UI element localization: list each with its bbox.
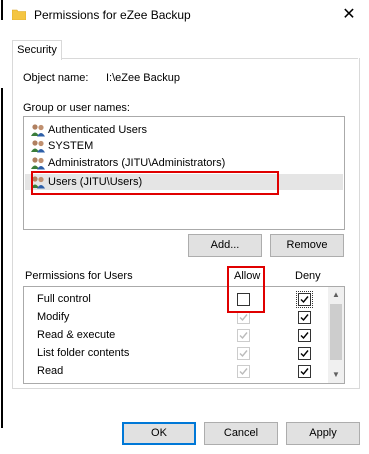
window-border — [1, 0, 3, 20]
list-item-system[interactable]: SYSTEM — [30, 138, 93, 154]
window-title: Permissions for eZee Backup — [34, 8, 191, 22]
permissions-table: Full control Modify Read & execute List … — [23, 286, 345, 384]
users-icon — [31, 124, 45, 137]
ok-button[interactable]: OK — [122, 422, 196, 445]
scroll-thumb[interactable] — [330, 304, 342, 360]
list-item-administrators[interactable]: Administrators (JITU\Administrators) — [30, 155, 225, 171]
perm-row-read: Read — [37, 365, 64, 377]
scroll-down-icon[interactable]: ▼ — [328, 367, 344, 383]
users-icon — [31, 140, 45, 153]
allow-checkbox-read-execute[interactable] — [237, 329, 250, 342]
object-name-label: Object name: — [23, 72, 89, 84]
cancel-button[interactable]: Cancel — [204, 422, 278, 445]
close-button[interactable]: ✕ — [338, 4, 360, 26]
add-button[interactable]: Add... — [188, 234, 262, 257]
list-item-authenticated-users[interactable]: Authenticated Users — [30, 122, 147, 138]
window-border — [1, 88, 3, 428]
perm-row-full-control: Full control — [37, 293, 91, 305]
list-item-label: Authenticated Users — [48, 124, 148, 136]
tabstrip-divider — [12, 58, 358, 59]
highlight-box-users — [31, 171, 279, 195]
group-names-label: Group or user names: — [23, 102, 130, 114]
highlight-box-allow — [227, 266, 265, 313]
scroll-up-icon[interactable]: ▲ — [328, 287, 344, 303]
deny-column-label: Deny — [295, 270, 321, 282]
permissions-scrollbar[interactable]: ▲ ▼ — [328, 287, 344, 383]
tab-security[interactable]: Security — [12, 40, 62, 60]
perm-row-list-folder-contents: List folder contents — [37, 347, 130, 359]
allow-checkbox-list-folder-contents[interactable] — [237, 347, 250, 360]
list-item-label: SYSTEM — [48, 140, 94, 152]
folder-icon — [12, 9, 26, 20]
users-icon — [31, 157, 45, 170]
list-item-label: Administrators (JITU\Administrators) — [48, 157, 226, 169]
deny-checkbox-modify[interactable] — [298, 311, 311, 324]
perm-row-modify: Modify — [37, 311, 70, 323]
allow-checkbox-read[interactable] — [237, 365, 250, 378]
permissions-header-label: Permissions for Users — [25, 270, 133, 282]
perm-row-read-execute: Read & execute — [37, 329, 116, 341]
deny-checkbox-list-folder-contents[interactable] — [298, 347, 311, 360]
deny-checkbox-full-control[interactable] — [296, 291, 313, 308]
deny-checkbox-read[interactable] — [298, 365, 311, 378]
object-name-value: I:\eZee Backup — [106, 72, 180, 84]
remove-button[interactable]: Remove — [270, 234, 344, 257]
deny-checkbox-read-execute[interactable] — [298, 329, 311, 342]
apply-button[interactable]: Apply — [286, 422, 360, 445]
